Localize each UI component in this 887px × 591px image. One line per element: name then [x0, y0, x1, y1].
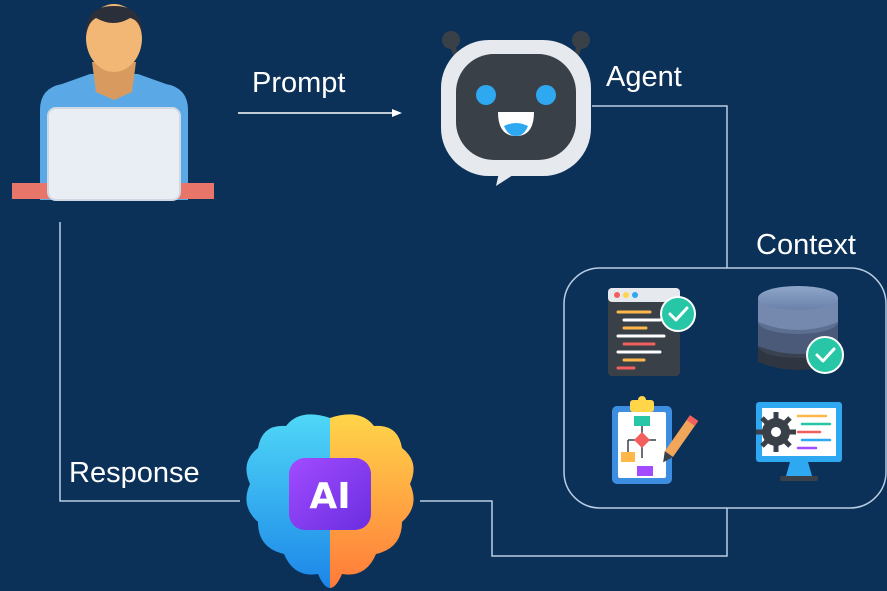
code-editor-check-icon: [608, 288, 696, 376]
response-label: Response: [69, 457, 200, 489]
agent-context-diagram: AI Prompt Agent Context Response: [0, 0, 887, 591]
context-label: Context: [756, 229, 856, 261]
ai-brain-icon: AI: [246, 414, 414, 588]
prompt-arrowhead: [392, 109, 402, 117]
prompt-label: Prompt: [252, 67, 346, 99]
agent-to-context-line: [592, 105, 728, 268]
context-to-ai-line: [420, 500, 728, 557]
monitor-settings-icon: [756, 402, 842, 481]
agent-label: Agent: [606, 61, 682, 93]
person-at-laptop-icon: [12, 4, 214, 201]
ai-badge-text: AI: [309, 476, 350, 517]
robot-chat-bubble-icon: [441, 31, 591, 186]
clipboard-flowchart-icon: [612, 396, 699, 484]
database-check-icon: [758, 286, 844, 374]
